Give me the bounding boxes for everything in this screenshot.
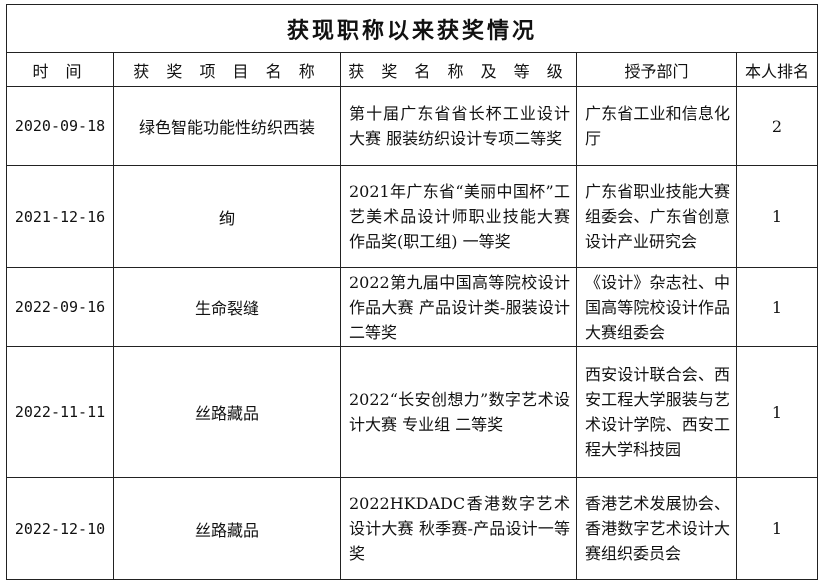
- cell-project: 丝路藏品: [113, 346, 341, 478]
- cell-date: 2020-09-18: [6, 86, 114, 166]
- header-row: 时 间 获 奖 项 目 名 称 获 奖 名 称 及 等 级 授予部门 本人排名: [6, 52, 818, 87]
- cell-date: 2022-09-16: [6, 267, 114, 347]
- cell-project: 绿色智能功能性纺织西装: [113, 86, 341, 166]
- cell-rank: 1: [736, 267, 818, 347]
- cell-project: 绚: [113, 165, 341, 268]
- cell-date: 2022-12-10: [6, 477, 114, 580]
- awards-table: 获现职称以来获奖情况 时 间 获 奖 项 目 名 称 获 奖 名 称 及 等 级…: [6, 4, 818, 580]
- cell-project: 丝路藏品: [113, 477, 341, 580]
- cell-date: 2021-12-16: [6, 165, 114, 268]
- table-row: 2022-11-11 丝路藏品 2022“长安创想力”数字艺术设计大赛 专业组 …: [6, 346, 818, 478]
- cell-department: 广东省职业技能大赛组委会、广东省创意设计产业研究会: [576, 165, 737, 268]
- awards-sheet: 获现职称以来获奖情况 时 间 获 奖 项 目 名 称 获 奖 名 称 及 等 级…: [6, 4, 818, 580]
- cell-department: 香港艺术发展协会、香港数字艺术设计大赛组织委员会: [576, 477, 737, 580]
- table-title: 获现职称以来获奖情况: [6, 4, 818, 53]
- header-project: 获 奖 项 目 名 称: [113, 52, 341, 87]
- cell-award: 2022HKDADC香港数字艺术设计大赛 秋季赛-产品设计一等奖: [340, 477, 577, 580]
- cell-department: 《设计》杂志社、中国高等院校设计作品大赛组委会: [576, 267, 737, 347]
- cell-date: 2022-11-11: [6, 346, 114, 478]
- cell-rank: 1: [736, 165, 818, 268]
- cell-department: 西安设计联合会、西安工程大学服装与艺术设计学院、西安工程大学科技园: [576, 346, 737, 478]
- cell-rank: 1: [736, 477, 818, 580]
- cell-award: 2021年广东省“美丽中国杯”工艺美术品设计师职业技能大赛 作品奖(职工组) 一…: [340, 165, 577, 268]
- table-row: 2020-09-18 绿色智能功能性纺织西装 第十届广东省省长杯工业设计大赛 服…: [6, 86, 818, 166]
- table-row: 2021-12-16 绚 2021年广东省“美丽中国杯”工艺美术品设计师职业技能…: [6, 165, 818, 268]
- header-rank: 本人排名: [736, 52, 818, 87]
- header-department: 授予部门: [576, 52, 737, 87]
- cell-award: 2022“长安创想力”数字艺术设计大赛 专业组 二等奖: [340, 346, 577, 478]
- cell-rank: 2: [736, 86, 818, 166]
- cell-department: 广东省工业和信息化厅: [576, 86, 737, 166]
- table-row: 2022-09-16 生命裂缝 2022第九届中国高等院校设计作品大赛 产品设计…: [6, 267, 818, 347]
- cell-award: 第十届广东省省长杯工业设计大赛 服装纺织设计专项二等奖: [340, 86, 577, 166]
- table-row: 2022-12-10 丝路藏品 2022HKDADC香港数字艺术设计大赛 秋季赛…: [6, 477, 818, 580]
- header-award: 获 奖 名 称 及 等 级: [340, 52, 577, 87]
- cell-rank: 1: [736, 346, 818, 478]
- cell-project: 生命裂缝: [113, 267, 341, 347]
- header-date: 时 间: [6, 52, 114, 87]
- cell-award: 2022第九届中国高等院校设计作品大赛 产品设计类-服装设计 二等奖: [340, 267, 577, 347]
